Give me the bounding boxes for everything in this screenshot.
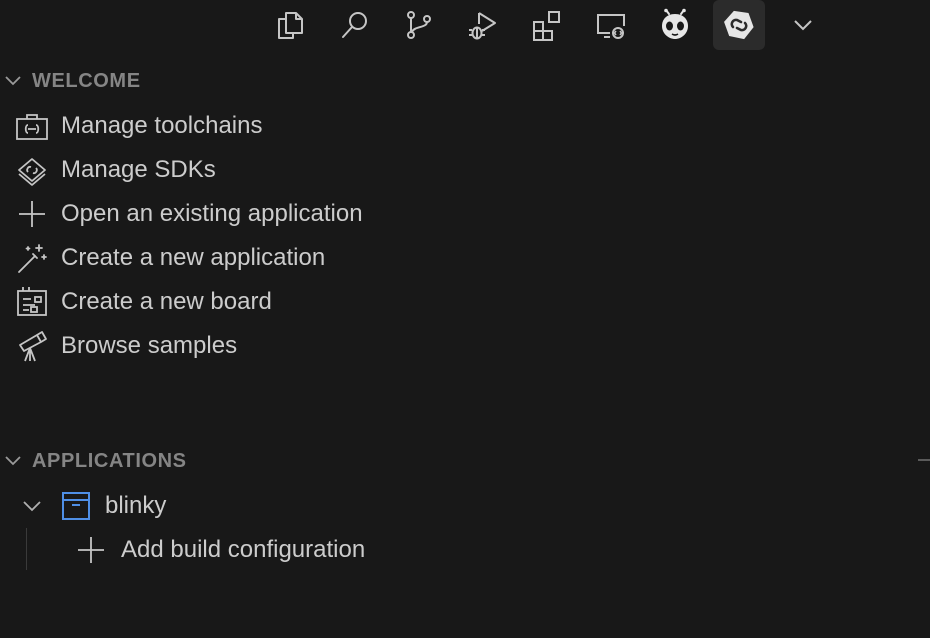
board-icon — [15, 285, 49, 319]
welcome-item-label: Manage toolchains — [61, 112, 263, 139]
platformio-alien-icon[interactable] — [649, 0, 701, 50]
chevron-down-icon — [0, 450, 28, 472]
welcome-item-create-new-board[interactable]: Create a new board — [0, 280, 930, 324]
add-build-configuration-label: Add build configuration — [121, 536, 366, 563]
application-item-blinky[interactable]: blinky — [0, 484, 930, 528]
plus-icon — [74, 533, 108, 567]
source-control-icon[interactable] — [393, 0, 445, 50]
welcome-item-manage-sdks[interactable]: Manage SDKs — [0, 148, 930, 192]
welcome-item-label: Create a new application — [61, 244, 326, 271]
explorer-icon[interactable] — [264, 0, 316, 50]
welcome-item-browse-samples[interactable]: Browse samples — [0, 324, 930, 368]
application-box-icon — [59, 489, 93, 523]
magic-wand-icon — [15, 241, 49, 275]
activity-bar — [0, 0, 930, 52]
plus-icon — [15, 197, 49, 231]
welcome-item-open-existing-application[interactable]: Open an existing application — [0, 192, 930, 236]
welcome-item-label: Browse samples — [61, 332, 238, 359]
chevron-down-icon — [0, 70, 28, 92]
welcome-item-manage-toolchains[interactable]: Manage toolchains — [0, 104, 930, 148]
nrf-connect-icon[interactable] — [713, 0, 765, 50]
add-build-configuration-item[interactable]: Add build configuration — [0, 528, 930, 572]
extensions-icon[interactable] — [521, 0, 573, 50]
welcome-item-label: Open an existing application — [61, 200, 363, 227]
section-title: APPLICATIONS — [32, 449, 187, 472]
chevron-down-icon[interactable] — [777, 0, 829, 50]
telescope-icon — [15, 329, 49, 363]
remote-explorer-icon[interactable] — [585, 0, 637, 50]
run-and-debug-icon[interactable] — [457, 0, 509, 50]
search-icon[interactable] — [329, 0, 381, 50]
welcome-section-header[interactable]: WELCOME — [0, 66, 930, 96]
section-title: WELCOME — [32, 69, 141, 92]
welcome-item-label: Manage SDKs — [61, 156, 216, 183]
sdk-icon — [15, 153, 49, 187]
collapse-indicator — [918, 459, 930, 461]
application-name: blinky — [105, 492, 167, 519]
welcome-item-label: Create a new board — [61, 288, 272, 315]
toolchain-icon — [15, 109, 49, 143]
chevron-down-icon[interactable] — [15, 489, 49, 523]
applications-section-header[interactable]: APPLICATIONS — [0, 446, 910, 476]
welcome-item-create-new-application[interactable]: Create a new application — [0, 236, 930, 280]
